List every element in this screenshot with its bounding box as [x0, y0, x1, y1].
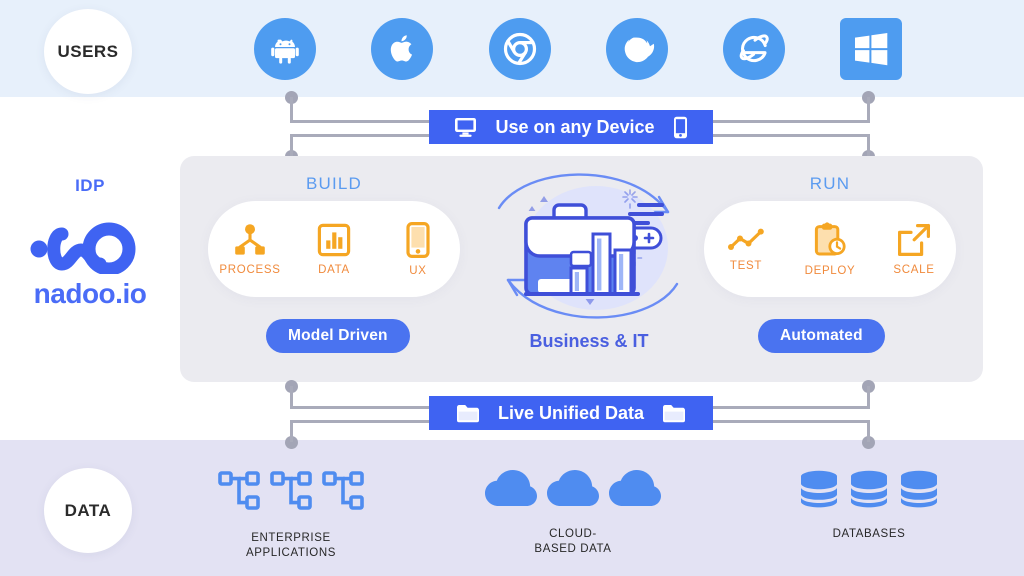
- firefox-icon[interactable]: [606, 18, 668, 80]
- wire-v-tr: [867, 97, 870, 120]
- build-item-process[interactable]: PROCESS: [212, 223, 288, 276]
- wire-h-br: [711, 134, 870, 137]
- source-cloud-label-line1: CLOUD-: [549, 528, 597, 540]
- database-cylinder-icon: [849, 470, 889, 513]
- internet-explorer-icon[interactable]: [723, 18, 785, 80]
- diagram-canvas: USERS IDP nadoo.io Use on any Device BUI…: [0, 0, 1024, 576]
- run-item-test-label: TEST: [729, 259, 763, 272]
- run-item-scale-label: SCALE: [893, 263, 935, 276]
- source-enterprise-label: ENTERPRISE APPLICATIONS: [200, 531, 382, 561]
- automated-tag[interactable]: Automated: [758, 319, 885, 353]
- nadoo-wordmark: nadoo.io: [33, 278, 147, 309]
- folder-icon: [456, 404, 480, 423]
- run-item-deploy[interactable]: DEPLOY: [792, 221, 868, 277]
- wire-h-bl: [290, 134, 432, 137]
- sitemap-network-icon: [270, 470, 312, 517]
- briefcase-bar-chart-icon: [478, 172, 700, 322]
- build-item-ux[interactable]: UX: [380, 221, 456, 277]
- run-column-title: RUN: [809, 174, 851, 193]
- cloud-icon: [547, 470, 599, 513]
- build-column-title: BUILD: [305, 174, 363, 193]
- line-chart-icon: [728, 227, 764, 253]
- wire-v-tl: [290, 97, 293, 120]
- database-icon-row: [778, 470, 960, 513]
- wire-v-bl: [290, 134, 293, 157]
- build-item-process-label: PROCESS: [219, 263, 281, 276]
- source-enterprise-applications: ENTERPRISE APPLICATIONS: [200, 470, 382, 561]
- build-capabilities-card: PROCESS DATA UX: [208, 201, 460, 297]
- wire-v-bl2: [290, 420, 293, 442]
- wire-h-lr: [711, 406, 870, 409]
- use-on-any-device-bar[interactable]: Use on any Device: [429, 110, 713, 144]
- source-cloud-label: CLOUD- BASED DATA: [482, 527, 664, 557]
- build-item-data[interactable]: DATA: [296, 223, 372, 276]
- database-cylinder-icon: [799, 470, 839, 513]
- model-driven-tag[interactable]: Model Driven: [266, 319, 410, 353]
- android-icon[interactable]: [254, 18, 316, 80]
- source-enterprise-label-line2: APPLICATIONS: [245, 547, 337, 559]
- database-cylinder-icon: [899, 470, 939, 513]
- users-badge-label: USERS: [57, 41, 119, 61]
- wire-h-tr: [711, 120, 870, 123]
- build-item-ux-label: UX: [409, 264, 427, 277]
- sitemap-network-icon: [322, 470, 364, 517]
- idp-brand-block: IDP nadoo.io: [0, 176, 180, 310]
- wire-v-br2: [867, 420, 870, 442]
- folder-icon: [662, 404, 686, 423]
- sitemap-network-icon: [218, 470, 260, 517]
- cloud-icon: [485, 470, 537, 513]
- nadoo-logo-icon: [0, 218, 180, 274]
- run-capabilities-card: TEST DEPLOY SCALE: [704, 201, 956, 297]
- unified-bar-label: Live Unified Data: [497, 402, 645, 423]
- wire-v-ll: [290, 386, 293, 408]
- device-bar-label: Use on any Device: [495, 116, 655, 137]
- live-unified-data-bar[interactable]: Live Unified Data: [429, 396, 713, 430]
- run-item-test[interactable]: TEST: [708, 227, 784, 272]
- source-cloud-label-line2: BASED DATA: [534, 543, 612, 555]
- source-enterprise-label-line1: ENTERPRISE: [251, 532, 331, 544]
- source-databases-label-line1: DATABASES: [832, 528, 906, 540]
- apple-icon[interactable]: [371, 18, 433, 80]
- windows-icon[interactable]: [840, 18, 902, 80]
- bar-chart-icon: [317, 223, 351, 257]
- run-item-deploy-label: DEPLOY: [804, 264, 856, 277]
- wire-h-tl: [290, 120, 432, 123]
- users-badge: USERS: [44, 9, 132, 94]
- idp-label: IDP: [75, 176, 105, 195]
- cloud-icon-row: [482, 470, 664, 513]
- build-item-data-label: DATA: [318, 263, 350, 276]
- data-badge: DATA: [44, 468, 132, 553]
- smartphone-icon: [673, 116, 688, 139]
- wire-v-lr: [867, 386, 870, 408]
- desktop-monitor-icon: [454, 117, 477, 138]
- data-badge-label: DATA: [64, 500, 112, 520]
- wire-h-br2: [711, 420, 870, 423]
- business-and-it-label: Business & IT: [529, 331, 649, 351]
- source-databases-label: DATABASES: [778, 527, 960, 542]
- external-link-arrow-icon: [897, 223, 931, 257]
- wire-h-ll: [290, 406, 432, 409]
- wire-h-bl2: [290, 420, 432, 423]
- source-cloud-based-data: CLOUD- BASED DATA: [482, 470, 664, 557]
- source-databases: DATABASES: [778, 470, 960, 542]
- process-hierarchy-icon: [233, 223, 267, 257]
- enterprise-icon-row: [200, 470, 382, 517]
- mobile-phone-icon: [406, 221, 430, 258]
- wire-v-br: [867, 134, 870, 157]
- run-item-scale[interactable]: SCALE: [876, 223, 952, 276]
- clipboard-clock-icon: [813, 221, 847, 258]
- cloud-icon: [609, 470, 661, 513]
- chrome-icon[interactable]: [489, 18, 551, 80]
